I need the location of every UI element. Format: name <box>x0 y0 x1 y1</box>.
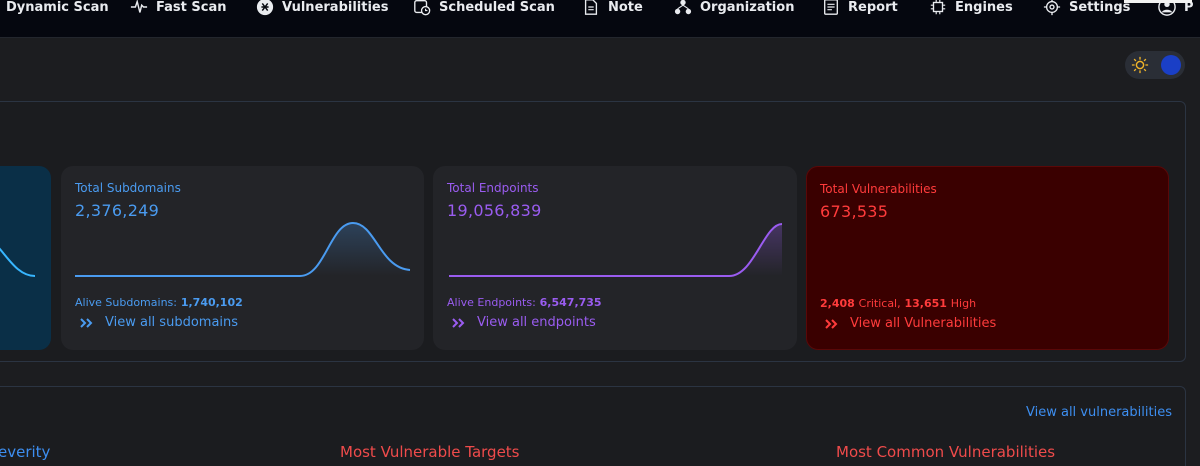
critical-label: Critical, <box>858 297 901 310</box>
link-label: View all Vulnerabilities <box>850 316 997 331</box>
nav-vulnerabilities[interactable]: Vulnerabilities <box>256 0 389 16</box>
card-title: Total Vulnerabilities <box>820 182 937 196</box>
critical-value: 2,408 <box>820 297 855 310</box>
nav-label: Note <box>608 0 643 15</box>
alive-value: 1,740,102 <box>180 296 243 309</box>
alive-label: Alive Endpoints: <box>447 296 536 309</box>
sun-icon <box>1131 56 1149 74</box>
view-endpoints-link[interactable]: View all endpoints <box>451 315 596 330</box>
vulnerabilities-card: Total Vulnerabilities 673,535 2,408 Crit… <box>806 166 1169 350</box>
nav-settings[interactable]: Settings <box>1043 0 1131 16</box>
nav-note[interactable]: Note <box>582 0 643 15</box>
double-chevron-right-icon <box>452 317 465 328</box>
pulse-icon <box>130 0 148 13</box>
section-title-common-vulnerabilities: Most Common Vulnerabilities <box>836 443 1056 461</box>
active-nav-indicator <box>1124 0 1192 3</box>
high-label: High <box>950 297 977 310</box>
nav-label: Settings <box>1069 0 1131 15</box>
calendar-clock-icon <box>414 0 431 16</box>
stat-card-partial <box>0 166 51 350</box>
nav-label: Organization <box>700 0 795 15</box>
alive-value: 6,547,735 <box>539 296 602 309</box>
subdomains-card: Total Subdomains 2,376,249 Alive Subdoma… <box>61 166 424 350</box>
alive-subdomains: Alive Subdomains: 1,740,102 <box>75 296 243 309</box>
chip-icon <box>930 0 946 15</box>
nav-fast-scan[interactable]: Fast Scan <box>130 0 227 15</box>
high-value: 13,651 <box>904 297 947 310</box>
organization-icon <box>674 0 692 15</box>
link-label: View all endpoints <box>477 315 596 330</box>
section-title-severity: everity <box>0 443 51 461</box>
sparkline-subdomains <box>75 221 411 277</box>
nav-scheduled-scan[interactable]: Scheduled Scan <box>413 0 555 16</box>
nav-label: Engines <box>955 0 1013 15</box>
nav-report[interactable]: Report <box>822 0 898 15</box>
nav-label: Dynamic Scan <box>6 0 109 15</box>
view-subdomains-link[interactable]: View all subdomains <box>79 315 238 330</box>
note-icon <box>584 0 598 15</box>
sparkline-partial <box>0 247 36 277</box>
nav-label: Report <box>848 0 898 15</box>
alive-label: Alive Subdomains: <box>75 296 177 309</box>
nav-dynamic-scan[interactable]: Dynamic Scan <box>6 0 109 15</box>
view-all-vulnerabilities-link[interactable]: View all vulnerabilities <box>1026 405 1172 420</box>
endpoints-card: Total Endpoints 19,056,839 Alive Endpoin… <box>433 166 797 350</box>
nav-engines[interactable]: Engines <box>929 0 1013 15</box>
nav-label: Vulnerabilities <box>282 0 389 15</box>
view-vulnerabilities-link[interactable]: View all Vulnerabilities <box>824 316 996 331</box>
card-value: 673,535 <box>820 202 889 221</box>
top-navigation: Dynamic Scan Fast Scan Vulnerabilities S… <box>0 0 1200 38</box>
bug-icon <box>256 0 274 16</box>
card-title: Total Subdomains <box>75 181 181 195</box>
sparkline-endpoints <box>449 223 783 277</box>
section-title-vulnerable-targets: Most Vulnerable Targets <box>340 443 520 461</box>
nav-label: Scheduled Scan <box>439 0 555 15</box>
double-chevron-right-icon <box>80 317 93 328</box>
double-chevron-right-icon <box>825 318 838 329</box>
nav-label: Fast Scan <box>156 0 227 15</box>
link-label: View all subdomains <box>105 315 239 330</box>
report-icon <box>824 0 838 15</box>
theme-toggle[interactable] <box>1125 51 1185 79</box>
card-title: Total Endpoints <box>447 181 539 195</box>
toggle-knob <box>1161 55 1181 75</box>
gear-icon <box>1043 0 1061 16</box>
alive-endpoints: Alive Endpoints: 6,547,735 <box>447 296 602 309</box>
nav-organization[interactable]: Organization <box>674 0 795 15</box>
severity-summary: 2,408 Critical, 13,651 High <box>820 297 976 310</box>
